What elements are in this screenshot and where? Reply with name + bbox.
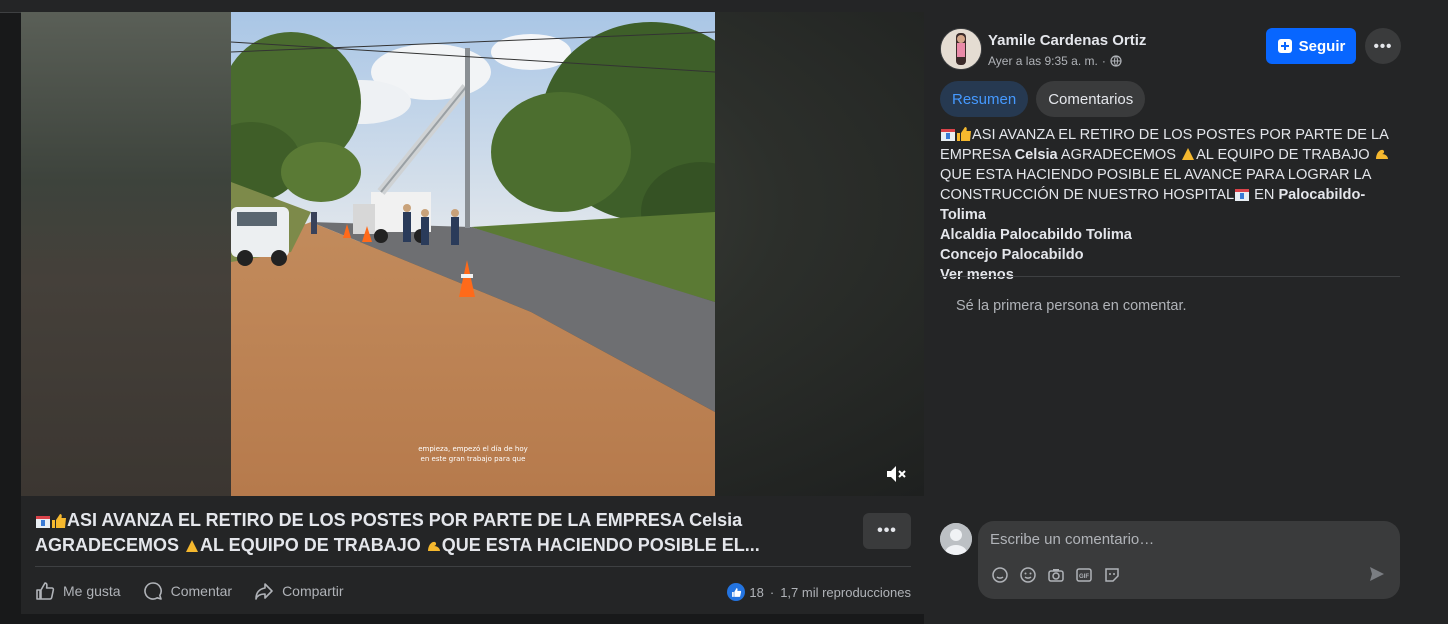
see-less-link[interactable]: Ver menos <box>940 267 1014 283</box>
sticker-icon[interactable] <box>1102 565 1122 585</box>
comment-icon <box>143 582 162 600</box>
share-label: Compartir <box>282 583 344 599</box>
add-friend-icon <box>1277 39 1292 53</box>
video-post-title: ASI AVANZA EL RETIRO DE LOS POSTES POR P… <box>35 508 835 558</box>
more-horizontal-icon: ••• <box>1373 37 1393 55</box>
empty-comments-message: Sé la primera persona en comentar. <box>956 298 1187 314</box>
video-player[interactable]: empieza, empezó el día de hoy en este gr… <box>21 12 924 496</box>
divider <box>35 566 911 567</box>
video-title-part-3: AL EQUIPO DE TRABAJO <box>200 535 426 555</box>
video-blur-left <box>21 12 231 496</box>
tab-resumen[interactable]: Resumen <box>940 81 1029 117</box>
video-title-part-2: AGRADECEMOS <box>35 535 185 555</box>
description-line-3: AL EQUIPO DE TRABAJO <box>1196 147 1374 163</box>
composer-tools: GIF <box>990 565 1130 585</box>
post-timestamp[interactable]: Ayer a las 9:35 a. m. <box>988 54 1098 68</box>
author-avatar[interactable] <box>940 28 982 70</box>
video-frame[interactable]: empieza, empezó el día de hoy en este gr… <box>231 12 715 496</box>
avatar-sticker-icon[interactable] <box>990 565 1010 585</box>
stats-separator: · <box>769 584 775 600</box>
like-label: Me gusta <box>63 583 121 599</box>
meta-separator: · <box>1101 54 1106 68</box>
folded-hands-icon <box>184 535 200 552</box>
video-caption-line-1: empieza, empezó el día de hoy <box>418 445 528 453</box>
follow-button[interactable]: Seguir <box>1266 28 1356 64</box>
video-title-part-1: ASI AVANZA EL RETIRO DE LOS POSTES POR P… <box>67 510 743 530</box>
post-stats: 18 · 1,7 mil reproducciones <box>727 583 911 601</box>
video-title-part-4: QUE ESTA HACIENDO POSIBLE EL... <box>441 535 760 555</box>
folded-hands-icon <box>1180 147 1196 161</box>
divider <box>940 276 1400 277</box>
tab-comentarios[interactable]: Comentarios <box>1036 81 1146 117</box>
post-tabs: Resumen Comentarios <box>940 81 1153 117</box>
post-details-pane: Yamile Cardenas Ortiz Ayer a las 9:35 a.… <box>924 12 1448 624</box>
hospital-icon <box>940 127 956 141</box>
comment-button[interactable]: Comentar <box>143 581 232 601</box>
comment-input[interactable]: Escribe un comentario… <box>990 531 1154 548</box>
current-user-avatar[interactable] <box>940 523 972 555</box>
more-horizontal-icon: ••• <box>877 522 897 539</box>
bottom-strip <box>0 614 924 624</box>
description-line-5: EN <box>1250 187 1279 203</box>
post-meta: Ayer a las 9:35 a. m. · <box>988 54 1122 68</box>
video-scene <box>231 12 715 496</box>
view-count: 1,7 mil reproducciones <box>780 584 911 600</box>
post-more-button[interactable]: ••• <box>863 513 911 549</box>
video-pane: empieza, empezó el día de hoy en este gr… <box>21 12 924 614</box>
video-caption: empieza, empezó el día de hoy en este gr… <box>231 444 715 464</box>
like-reaction-icon[interactable] <box>727 583 746 601</box>
flexed-biceps-icon <box>1374 147 1390 161</box>
post-description: ASI AVANZA EL RETIRO DE LOS POSTES POR P… <box>940 125 1402 285</box>
comment-label: Comentar <box>170 583 233 599</box>
send-icon[interactable] <box>1368 565 1386 588</box>
author-more-button[interactable]: ••• <box>1365 28 1401 64</box>
follow-label: Seguir <box>1298 37 1346 55</box>
comment-composer[interactable]: Escribe un comentario… GIF <box>978 521 1400 599</box>
share-button[interactable]: Compartir <box>254 581 344 601</box>
tag-alcaldia[interactable]: Alcaldia Palocabildo Tolima <box>940 227 1132 243</box>
company-tag[interactable]: Celsia <box>1015 147 1058 163</box>
share-icon <box>255 583 273 600</box>
tag-concejo[interactable]: Concejo Palocabildo <box>940 247 1084 263</box>
flexed-biceps-icon <box>426 535 442 551</box>
author-name[interactable]: Yamile Cardenas Ortiz <box>988 32 1146 49</box>
thumbs-up-icon <box>51 510 67 528</box>
description-line-2: AGRADECEMOS <box>1057 147 1181 163</box>
camera-icon[interactable] <box>1046 565 1066 585</box>
hospital-icon <box>1234 187 1250 201</box>
like-button[interactable]: Me gusta <box>35 581 121 601</box>
hospital-icon <box>35 510 51 528</box>
emoji-icon[interactable] <box>1018 565 1038 585</box>
svg-text:GIF: GIF <box>1079 574 1089 580</box>
gif-icon[interactable]: GIF <box>1074 565 1094 585</box>
video-caption-line-2: en este gran trabajo para que <box>420 455 526 463</box>
speaker-muted-icon[interactable] <box>885 464 907 484</box>
reaction-count[interactable]: 18 <box>749 585 763 600</box>
globe-icon <box>1110 55 1122 67</box>
post-actions: Me gusta Comentar Compartir <box>35 578 366 604</box>
like-icon <box>36 582 55 600</box>
thumbs-up-icon <box>956 127 972 141</box>
